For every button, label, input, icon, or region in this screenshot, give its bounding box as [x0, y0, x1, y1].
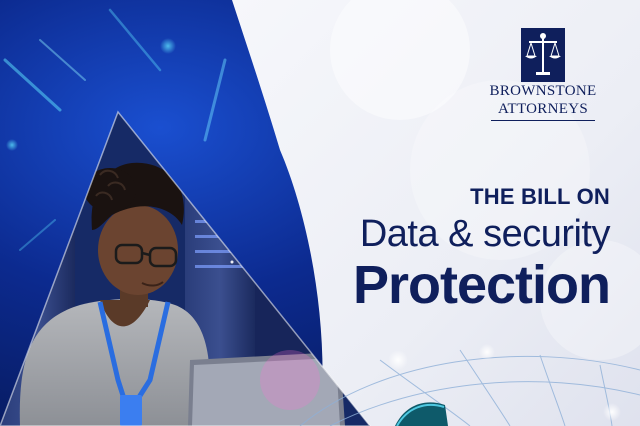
brand-underline: [491, 120, 595, 121]
headline-line3: Protection: [352, 255, 611, 315]
brand-name-line2: ATTORNEYS: [498, 101, 588, 117]
brand-logo: BROWNSTONE ATTORNEYS: [478, 28, 608, 121]
scales-of-justice-icon: [521, 28, 565, 82]
promo-banner: BROWNSTONE ATTORNEYS THE BILL ON Data & …: [0, 0, 640, 426]
headline-block: THE BILL ON Data & security Protection: [280, 184, 611, 315]
person-face: [98, 205, 178, 295]
headline-line2: Data & security: [359, 213, 611, 255]
headline-kicker: THE BILL ON: [470, 184, 610, 209]
brand-name-line1: BROWNSTONE: [489, 83, 597, 99]
